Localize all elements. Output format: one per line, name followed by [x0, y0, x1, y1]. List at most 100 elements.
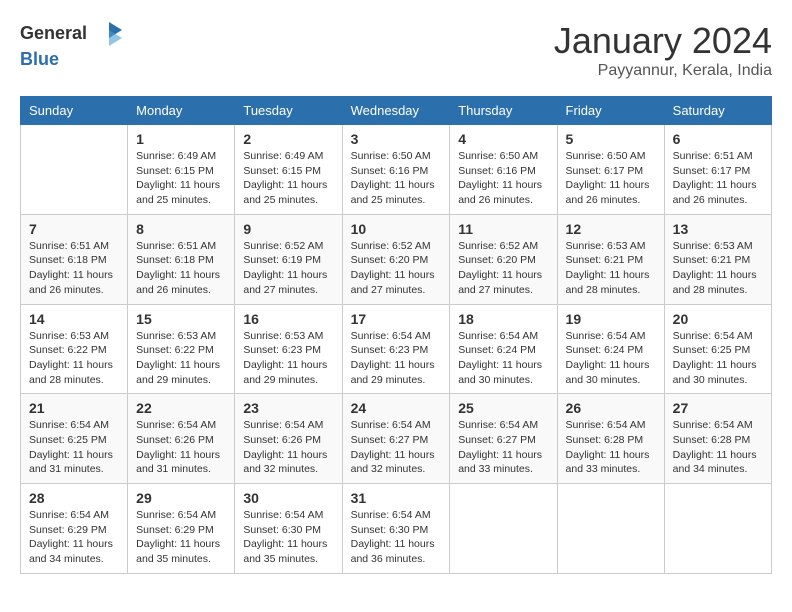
day-info: Sunrise: 6:54 AMSunset: 6:29 PMDaylight:… — [29, 508, 119, 567]
day-cell — [450, 484, 557, 574]
day-info: Sunrise: 6:51 AMSunset: 6:18 PMDaylight:… — [136, 239, 226, 298]
day-number: 30 — [243, 490, 333, 506]
day-cell: 4 Sunrise: 6:50 AMSunset: 6:16 PMDaylight… — [450, 125, 557, 215]
column-header-saturday: Saturday — [664, 97, 771, 125]
header: General Blue January 2024 Payyannur, Ker… — [20, 20, 772, 80]
day-info: Sunrise: 6:54 AMSunset: 6:25 PMDaylight:… — [29, 418, 119, 477]
day-cell — [664, 484, 771, 574]
day-info: Sunrise: 6:54 AMSunset: 6:30 PMDaylight:… — [243, 508, 333, 567]
day-number: 18 — [458, 311, 548, 327]
day-cell: 17 Sunrise: 6:54 AMSunset: 6:23 PMDayligh… — [342, 304, 450, 394]
day-info: Sunrise: 6:52 AMSunset: 6:19 PMDaylight:… — [243, 239, 333, 298]
day-number: 2 — [243, 131, 333, 147]
day-cell — [21, 125, 128, 215]
day-number: 23 — [243, 400, 333, 416]
day-number: 17 — [351, 311, 442, 327]
day-cell: 26 Sunrise: 6:54 AMSunset: 6:28 PMDayligh… — [557, 394, 664, 484]
day-info: Sunrise: 6:54 AMSunset: 6:24 PMDaylight:… — [566, 329, 656, 388]
day-cell: 7 Sunrise: 6:51 AMSunset: 6:18 PMDaylight… — [21, 214, 128, 304]
day-number: 5 — [566, 131, 656, 147]
day-number: 9 — [243, 221, 333, 237]
day-number: 27 — [673, 400, 763, 416]
day-info: Sunrise: 6:52 AMSunset: 6:20 PMDaylight:… — [458, 239, 548, 298]
column-header-monday: Monday — [128, 97, 235, 125]
month-title: January 2024 — [554, 20, 772, 62]
day-info: Sunrise: 6:51 AMSunset: 6:18 PMDaylight:… — [29, 239, 119, 298]
day-info: Sunrise: 6:52 AMSunset: 6:20 PMDaylight:… — [351, 239, 442, 298]
day-cell: 27 Sunrise: 6:54 AMSunset: 6:28 PMDayligh… — [664, 394, 771, 484]
day-number: 12 — [566, 221, 656, 237]
day-cell: 16 Sunrise: 6:53 AMSunset: 6:23 PMDayligh… — [235, 304, 342, 394]
column-header-wednesday: Wednesday — [342, 97, 450, 125]
day-info: Sunrise: 6:54 AMSunset: 6:24 PMDaylight:… — [458, 329, 548, 388]
day-cell: 30 Sunrise: 6:54 AMSunset: 6:30 PMDayligh… — [235, 484, 342, 574]
header-row: SundayMondayTuesdayWednesdayThursdayFrid… — [21, 97, 772, 125]
column-header-thursday: Thursday — [450, 97, 557, 125]
day-info: Sunrise: 6:51 AMSunset: 6:17 PMDaylight:… — [673, 149, 763, 208]
day-number: 15 — [136, 311, 226, 327]
day-number: 19 — [566, 311, 656, 327]
day-info: Sunrise: 6:53 AMSunset: 6:23 PMDaylight:… — [243, 329, 333, 388]
day-number: 24 — [351, 400, 442, 416]
day-cell: 24 Sunrise: 6:54 AMSunset: 6:27 PMDayligh… — [342, 394, 450, 484]
day-cell: 21Sunrise: 6:54 AMSunset: 6:25 PMDayligh… — [21, 394, 128, 484]
day-number: 26 — [566, 400, 656, 416]
day-cell: 22Sunrise: 6:54 AMSunset: 6:26 PMDayligh… — [128, 394, 235, 484]
day-info: Sunrise: 6:53 AMSunset: 6:21 PMDaylight:… — [566, 239, 656, 298]
day-cell: 9 Sunrise: 6:52 AMSunset: 6:19 PMDaylight… — [235, 214, 342, 304]
week-row-3: 14Sunrise: 6:53 AMSunset: 6:22 PMDayligh… — [21, 304, 772, 394]
day-number: 16 — [243, 311, 333, 327]
day-number: 22 — [136, 400, 226, 416]
day-info: Sunrise: 6:54 AMSunset: 6:30 PMDaylight:… — [351, 508, 442, 567]
logo: General Blue — [20, 20, 124, 70]
day-number: 20 — [673, 311, 763, 327]
day-number: 25 — [458, 400, 548, 416]
day-cell: 12 Sunrise: 6:53 AMSunset: 6:21 PMDayligh… — [557, 214, 664, 304]
day-info: Sunrise: 6:50 AMSunset: 6:16 PMDaylight:… — [458, 149, 548, 208]
week-row-5: 28 Sunrise: 6:54 AMSunset: 6:29 PMDayligh… — [21, 484, 772, 574]
day-cell: 1Sunrise: 6:49 AMSunset: 6:15 PMDaylight… — [128, 125, 235, 215]
day-cell: 3Sunrise: 6:50 AMSunset: 6:16 PMDaylight… — [342, 125, 450, 215]
week-row-4: 21Sunrise: 6:54 AMSunset: 6:25 PMDayligh… — [21, 394, 772, 484]
logo-blue: Blue — [20, 49, 59, 69]
day-number: 7 — [29, 221, 119, 237]
day-cell: 15Sunrise: 6:53 AMSunset: 6:22 PMDayligh… — [128, 304, 235, 394]
day-cell: 5 Sunrise: 6:50 AMSunset: 6:17 PMDaylight… — [557, 125, 664, 215]
day-info: Sunrise: 6:50 AMSunset: 6:16 PMDaylight:… — [351, 149, 442, 208]
day-info: Sunrise: 6:54 AMSunset: 6:28 PMDaylight:… — [566, 418, 656, 477]
day-info: Sunrise: 6:54 AMSunset: 6:27 PMDaylight:… — [458, 418, 548, 477]
day-info: Sunrise: 6:54 AMSunset: 6:27 PMDaylight:… — [351, 418, 442, 477]
day-info: Sunrise: 6:54 AMSunset: 6:29 PMDaylight:… — [136, 508, 226, 567]
day-cell: 6 Sunrise: 6:51 AMSunset: 6:17 PMDaylight… — [664, 125, 771, 215]
logo-flag-icon — [94, 20, 124, 50]
day-cell — [557, 484, 664, 574]
location-title: Payyannur, Kerala, India — [554, 62, 772, 80]
day-info: Sunrise: 6:53 AMSunset: 6:21 PMDaylight:… — [673, 239, 763, 298]
day-info: Sunrise: 6:50 AMSunset: 6:17 PMDaylight:… — [566, 149, 656, 208]
day-cell: 25 Sunrise: 6:54 AMSunset: 6:27 PMDayligh… — [450, 394, 557, 484]
title-area: January 2024 Payyannur, Kerala, India — [554, 20, 772, 80]
day-cell: 28 Sunrise: 6:54 AMSunset: 6:29 PMDayligh… — [21, 484, 128, 574]
day-number: 4 — [458, 131, 548, 147]
day-cell: 19 Sunrise: 6:54 AMSunset: 6:24 PMDayligh… — [557, 304, 664, 394]
day-cell: 18 Sunrise: 6:54 AMSunset: 6:24 PMDayligh… — [450, 304, 557, 394]
day-number: 31 — [351, 490, 442, 506]
day-number: 6 — [673, 131, 763, 147]
column-header-tuesday: Tuesday — [235, 97, 342, 125]
logo-general: General — [20, 23, 87, 43]
day-number: 28 — [29, 490, 119, 506]
day-number: 1 — [136, 131, 226, 147]
week-row-1: 1Sunrise: 6:49 AMSunset: 6:15 PMDaylight… — [21, 125, 772, 215]
day-cell: 8Sunrise: 6:51 AMSunset: 6:18 PMDaylight… — [128, 214, 235, 304]
day-info: Sunrise: 6:54 AMSunset: 6:23 PMDaylight:… — [351, 329, 442, 388]
logo-line1: General — [20, 20, 124, 50]
calendar-table: SundayMondayTuesdayWednesdayThursdayFrid… — [20, 96, 772, 574]
day-info: Sunrise: 6:54 AMSunset: 6:28 PMDaylight:… — [673, 418, 763, 477]
day-info: Sunrise: 6:54 AMSunset: 6:25 PMDaylight:… — [673, 329, 763, 388]
day-cell: 10 Sunrise: 6:52 AMSunset: 6:20 PMDayligh… — [342, 214, 450, 304]
day-cell: 23Sunrise: 6:54 AMSunset: 6:26 PMDayligh… — [235, 394, 342, 484]
day-number: 10 — [351, 221, 442, 237]
day-info: Sunrise: 6:53 AMSunset: 6:22 PMDaylight:… — [29, 329, 119, 388]
column-header-sunday: Sunday — [21, 97, 128, 125]
day-cell: 20 Sunrise: 6:54 AMSunset: 6:25 PMDayligh… — [664, 304, 771, 394]
